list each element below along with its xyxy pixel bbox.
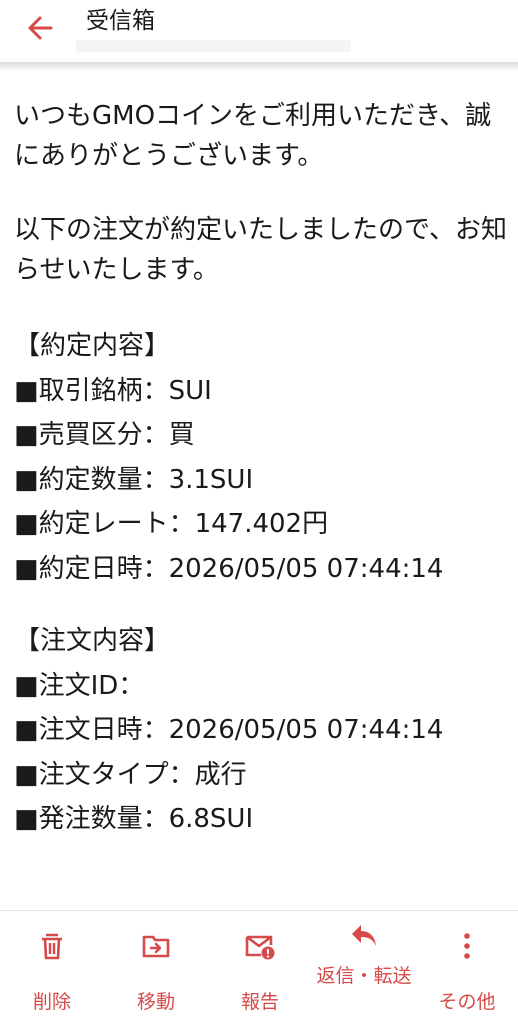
reply-icon [352, 925, 376, 946]
bottom-toolbar: 削除 移動 報告 返信・転送 その他 [0, 910, 518, 1024]
page-title: 受信箱 [86, 8, 155, 34]
order-title: 【注文内容】 [14, 626, 171, 656]
sender-redacted [76, 40, 351, 52]
arrow-left-icon [28, 16, 53, 40]
more-button[interactable]: その他 [416, 911, 518, 1024]
contract-title: 【約定内容】 [14, 331, 171, 361]
order-section: 【注文内容】 ■注文ID： ■注文日時：2026/05/05 07:44:14 … [14, 619, 508, 842]
delete-label: 削除 [32, 991, 71, 1013]
order-quantity: ■発注数量：6.8SUI [14, 804, 254, 834]
order-datetime: ■注文日時：2026/05/05 07:44:14 [14, 715, 444, 745]
folder-move-icon [142, 935, 170, 958]
mail-alert-icon [245, 935, 275, 960]
app-header: 受信箱 [0, 0, 518, 62]
trash-icon [42, 933, 62, 960]
report-label: 報告 [240, 991, 279, 1013]
more-label: その他 [438, 991, 496, 1013]
delete-button[interactable]: 削除 [0, 911, 104, 1024]
contract-quantity: ■約定数量：3.1SUI [14, 464, 254, 495]
report-button[interactable]: 報告 [208, 911, 312, 1024]
move-button[interactable]: 移動 [104, 911, 208, 1024]
move-label: 移動 [136, 991, 175, 1013]
back-button[interactable] [18, 10, 62, 46]
contract-side: ■売買区分：買 [14, 420, 195, 450]
header-divider [0, 62, 518, 72]
reply-forward-button[interactable]: 返信・転送 [312, 911, 416, 1024]
contract-symbol: ■取引銘柄：SUI [14, 375, 212, 406]
order-id: ■注文ID： [14, 670, 145, 701]
greeting-text: いつもGMOコインをご利用いただき、誠にありがとうございます。 [14, 101, 492, 171]
contract-datetime: ■約定日時：2026/05/05 07:44:14 [14, 553, 444, 584]
contract-section: 【約定内容】 ■取引銘柄：SUI ■売買区分：買 ■約定数量：3.1SUI ■約… [14, 324, 508, 591]
contract-rate: ■約定レート：147.402円 [14, 509, 329, 539]
notice-text: 以下の注文が約定いたしましたので、お知らせいたします。 [14, 215, 507, 285]
email-screen: { "header": { "title": "受信箱" }, "body": … [0, 0, 518, 1024]
order-type: ■注文タイプ：成行 [14, 759, 247, 790]
more-vertical-icon [464, 933, 470, 959]
message-body: いつもGMOコインをご利用いただき、誠にありがとうございます。 以下の注文が約定… [14, 96, 508, 870]
reply-forward-label: 返信・転送 [316, 965, 412, 987]
